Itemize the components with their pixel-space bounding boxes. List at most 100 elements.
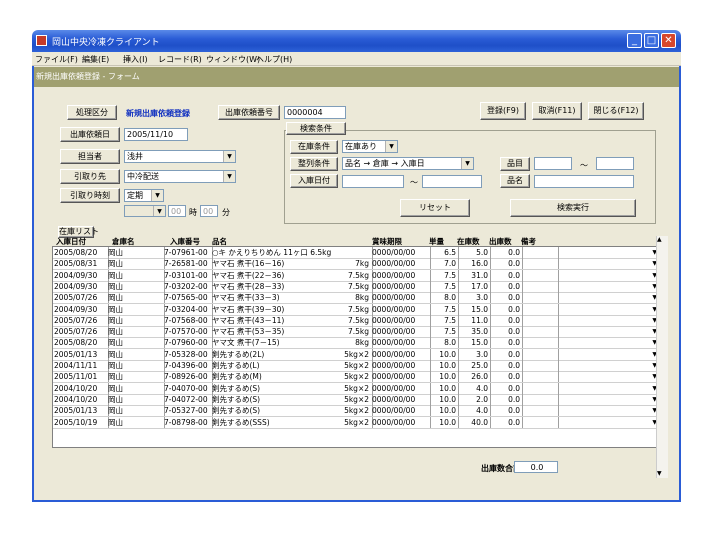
indate-to-field[interactable] [422, 175, 482, 188]
menu-edit[interactable]: 編集(E) [82, 54, 109, 65]
item-to-field[interactable] [596, 157, 634, 170]
minute-field[interactable]: 00 [200, 205, 218, 217]
item-weight: 5kg×2 [344, 417, 369, 427]
register-button[interactable]: 登録(F9) [480, 102, 526, 120]
table-cell: 0.0 [487, 269, 523, 281]
memo-select[interactable]: ▼ [558, 382, 659, 394]
table-row[interactable]: 2005/07/26 岡山 7-07568-00 ヤマ石 煮干(43－11) 7.5kg… [53, 314, 659, 327]
table-row[interactable]: 2005/07/26 岡山 7-07565-00 ヤマ石 煮干(33－3) 8kg 000… [53, 292, 659, 305]
menu-insert[interactable]: 挿入(I) [123, 54, 148, 65]
order-no-field[interactable]: 0000004 [284, 106, 346, 119]
table-cell: 3.0 [455, 348, 491, 360]
table-cell: 7-07961-00 [163, 247, 213, 258]
table-cell: 0.0 [487, 292, 523, 304]
menu-help[interactable]: ヘルプ(H) [256, 54, 292, 65]
scroll-down-icon[interactable]: ▼ [657, 470, 662, 477]
table-cell: 0.0 [487, 337, 523, 349]
hour-select[interactable]: ▼ [124, 205, 166, 217]
menu-window[interactable]: ウィンドウ(W) [206, 54, 260, 65]
table-cell: 0.0 [487, 247, 523, 258]
dropdown-icon[interactable]: ▼ [151, 190, 163, 201]
table-cell: 7-08798-00 [163, 416, 213, 428]
table-row[interactable]: 2005/11/01 岡山 7-08926-00 剣先するめ(M) 5kg×2 0000/… [53, 371, 659, 384]
memo-select[interactable]: ▼ [558, 269, 659, 281]
item-weight: 5kg×2 [344, 372, 369, 382]
date-field[interactable]: 2005/11/10 [124, 128, 188, 141]
memo-select[interactable]: ▼ [558, 405, 659, 417]
stock-value: 在庫あり [345, 142, 377, 151]
dropdown-icon[interactable]: ▼ [223, 171, 235, 182]
item-from-field[interactable] [534, 157, 572, 170]
scroll-up-icon[interactable]: ▲ [657, 236, 662, 243]
table-cell: 0000/00/00 [371, 292, 431, 304]
table-row[interactable]: 2005/01/13 岡山 7-05327-00 剣先するめ(S) 5kg×2 0000/… [53, 405, 659, 418]
table-row[interactable]: 2004/09/30 岡山 7-03204-00 ヤマ石 煮干(39－30) 7.5kg… [53, 303, 659, 316]
memo-select[interactable]: ▼ [558, 280, 659, 292]
dropdown-icon[interactable]: ▼ [153, 206, 165, 216]
reset-button[interactable]: リセット [400, 199, 470, 217]
memo-select[interactable]: ▼ [558, 416, 659, 428]
table-row[interactable]: 2004/11/11 岡山 7-04396-00 剣先するめ(L) 5kg×2 0000/… [53, 360, 659, 372]
memo-select[interactable]: ▼ [558, 247, 659, 258]
minute-unit: 分 [222, 208, 230, 217]
table-row[interactable]: 2005/01/13 岡山 7-05328-00 剣先するめ(2L) 5kg×2 0000… [53, 348, 659, 361]
table-cell: 40.0 [455, 416, 491, 428]
time-select[interactable]: 定期 ▼ [124, 189, 164, 202]
table-row[interactable]: 2005/10/19 岡山 7-08798-00 剣先するめ(SSS) 5kg×2 000… [53, 416, 659, 429]
memo-select[interactable]: ▼ [558, 371, 659, 383]
app-icon [36, 35, 47, 46]
item-weight: 7.5kg [347, 270, 369, 280]
dropdown-icon[interactable]: ▼ [385, 141, 397, 152]
cell-item-name: 剣先するめ(L) 5kg×2 [211, 360, 373, 371]
table-row[interactable]: 2005/08/20 岡山 7-07960-00 ヤマ文 煮干(7－15) 8kg 000… [53, 337, 659, 350]
table-row[interactable]: 2004/10/20 岡山 7-04072-00 剣先するめ(S) 5kg×2 0000/… [53, 393, 659, 406]
stock-select[interactable]: 在庫あり ▼ [342, 140, 398, 153]
menu-record[interactable]: レコード(R) [158, 54, 202, 65]
table-scrollbar[interactable] [656, 236, 668, 478]
process-value: 新規出庫依頼登録 [126, 109, 190, 118]
sort-select[interactable]: 品名 → 倉庫 → 入庫日 ▼ [342, 157, 474, 170]
memo-select[interactable]: ▼ [558, 258, 659, 270]
table-row[interactable]: 2005/08/20 岡山 7-07961-00 ○キ かえりちりめん 11ヶ口 6.… [53, 247, 659, 259]
memo-select[interactable]: ▼ [558, 303, 659, 315]
table-row[interactable]: 2004/09/30 岡山 7-03101-00 ヤマ石 煮干(22－36) 7.5kg… [53, 269, 659, 282]
item-weight: 7.5kg [347, 315, 369, 325]
table-row[interactable]: 2004/10/20 岡山 7-04070-00 剣先するめ(S) 5kg×2 0000/… [53, 382, 659, 395]
memo-select[interactable]: ▼ [558, 393, 659, 405]
maximize-button[interactable]: □ [644, 33, 659, 48]
table-cell: 岡山 [107, 258, 165, 270]
dest-select[interactable]: 中冷配送 ▼ [124, 170, 236, 183]
close-form-button[interactable]: 閉じる(F12) [588, 102, 644, 120]
time-label: 引取り時刻 [60, 188, 120, 203]
table-row[interactable]: 2005/08/31 岡山 7-26581-00 ヤマ石 煮干(16－16) 7kg 00… [53, 258, 659, 271]
name-field[interactable] [534, 175, 634, 188]
menu-file[interactable]: ファイル(F) [35, 54, 78, 65]
memo-select[interactable]: ▼ [558, 314, 659, 326]
item-weight: 7.5kg [347, 327, 369, 337]
table-cell: 岡山 [107, 382, 165, 394]
table-cell: 2005/08/31 [53, 258, 109, 270]
table-cell: 岡山 [107, 292, 165, 304]
memo-select[interactable]: ▼ [558, 326, 659, 338]
table-row[interactable]: 2005/07/26 岡山 7-07570-00 ヤマ石 煮干(53－35) 7.5kg… [53, 326, 659, 339]
cancel-button[interactable]: 取消(F11) [532, 102, 582, 120]
indate-from-field[interactable] [342, 175, 404, 188]
memo-select[interactable]: ▼ [558, 337, 659, 349]
minimize-button[interactable]: _ [627, 33, 642, 48]
stock-table: 2005/08/20 岡山 7-07961-00 ○キ かえりちりめん 11ヶ口 6.… [52, 246, 660, 448]
dropdown-icon[interactable]: ▼ [461, 158, 473, 169]
table-cell: 0000/00/00 [371, 416, 431, 428]
memo-select[interactable]: ▼ [558, 292, 659, 304]
cell-item-name: ヤマ石 煮干(28－33) 7.5kg [211, 280, 373, 292]
memo-select[interactable]: ▼ [558, 348, 659, 360]
search-run-button[interactable]: 検索実行 [510, 199, 636, 217]
item-name: 剣先するめ(M) [212, 372, 262, 382]
memo-select[interactable]: ▼ [558, 360, 659, 371]
person-select[interactable]: 浅井 ▼ [124, 150, 236, 163]
close-button[interactable]: ✕ [661, 33, 676, 48]
table-cell: 7-03204-00 [163, 303, 213, 315]
table-cell: 7-26581-00 [163, 258, 213, 270]
table-row[interactable]: 2004/09/30 岡山 7-03202-00 ヤマ石 煮干(28－33) 7.5kg… [53, 280, 659, 293]
hour-field[interactable]: 00 [168, 205, 186, 217]
dropdown-icon[interactable]: ▼ [223, 151, 235, 162]
